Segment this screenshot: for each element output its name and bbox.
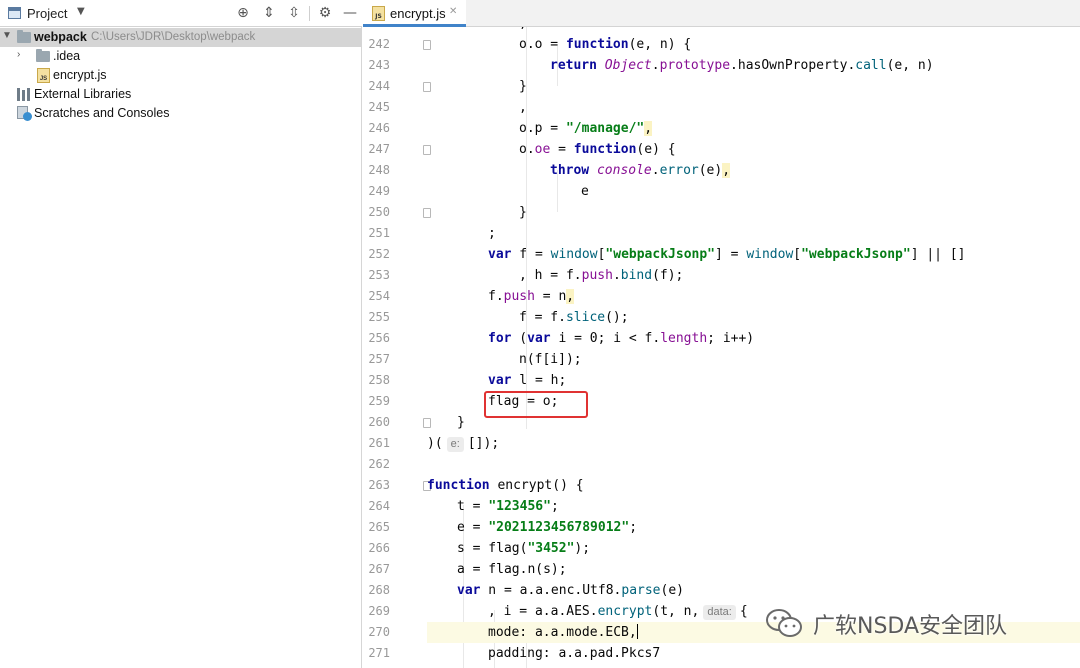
code-line: ; [488, 226, 496, 241]
watermark: 广软NSDA安全团队 [765, 606, 1065, 640]
code-line: , h = f.push.bind(f); [519, 268, 684, 283]
code-line: } [519, 79, 527, 94]
line-number: 262 [368, 457, 390, 471]
line-number: 242 [368, 37, 390, 51]
line-number: 255 [368, 310, 390, 324]
code-line: throw console.error(e), [550, 163, 731, 178]
tree-item-webpack[interactable]: ▼ webpack C:\Users\JDR\Desktop\webpack [0, 28, 362, 47]
code-editor[interactable]: JS encrypt.js ✕ 242 243 244 245 246 247 248 249… [363, 0, 1080, 668]
scratches-icon [17, 106, 32, 121]
line-number: 263 [368, 478, 390, 492]
code-line: var f = window["webpackJsonp"] = window[… [488, 247, 966, 262]
line-number: 250 [368, 205, 390, 219]
code-line: for (var i = 0; i < f.length; i++) [488, 331, 755, 346]
project-panel: Project ▼ ⊕ ⇕ ⇳ ⚙ — ▼ webpack C:\Users\J… [0, 0, 362, 668]
code-line: )(e: []); [427, 436, 500, 452]
line-number: 264 [368, 499, 390, 513]
project-window-icon [8, 7, 21, 19]
line-number: 244 [368, 79, 390, 93]
code-line: e [581, 184, 589, 199]
code-line: } [519, 205, 527, 220]
line-number: 260 [368, 415, 390, 429]
folder-icon [17, 30, 31, 43]
line-number: 266 [368, 541, 390, 555]
code-line: f.push = n, [488, 289, 575, 304]
line-number: 267 [368, 562, 390, 576]
expand-all-icon[interactable]: ⇕ [260, 4, 278, 22]
chevron-down-icon[interactable]: ▼ [2, 30, 12, 41]
code-line: o.oe = function(e) { [519, 142, 676, 157]
tree-item-label: External Libraries [34, 87, 132, 101]
folder-icon [36, 49, 50, 62]
tab-encrypt-js[interactable]: JS encrypt.js ✕ [363, 0, 466, 27]
line-number: 268 [368, 583, 390, 597]
code-line: , [427, 27, 1080, 34]
locate-icon[interactable]: ⊕ [234, 4, 252, 22]
wechat-logo-icon [766, 609, 802, 637]
project-panel-title[interactable]: Project [27, 6, 67, 21]
line-number: 265 [368, 520, 390, 534]
line-number: 248 [368, 163, 390, 177]
tab-label: encrypt.js [390, 6, 446, 21]
line-number: 252 [368, 247, 390, 261]
line-number: 247 [368, 142, 390, 156]
code-area[interactable]: , o.o = function(e, n) { return Object.pro… [427, 27, 1080, 668]
tree-item-label: encrypt.js [53, 68, 107, 82]
close-icon[interactable]: ✕ [449, 6, 457, 17]
line-number: 271 [368, 646, 390, 660]
line-number: 257 [368, 352, 390, 366]
tree-item-label: .idea [53, 49, 81, 63]
line-number: 245 [368, 100, 390, 114]
js-file-icon: JS [372, 6, 385, 21]
code-line: s = flag("3452"); [457, 541, 591, 556]
tree-item-external-libraries[interactable]: External Libraries [0, 85, 362, 104]
code-line: f = f.slice(); [519, 310, 629, 325]
code-line: , [519, 100, 527, 115]
line-number: 256 [368, 331, 390, 345]
project-panel-header: Project ▼ ⊕ ⇕ ⇳ ⚙ — [0, 0, 362, 27]
line-number: 246 [368, 121, 390, 135]
tree-item-scratches[interactable]: Scratches and Consoles [0, 104, 362, 123]
line-number: 269 [368, 604, 390, 618]
line-number: 243 [368, 58, 390, 72]
code-line: o.p = "/manage/", [519, 121, 653, 136]
code-line: var l = h; [488, 373, 567, 388]
tree-item-encrypt-js[interactable]: JS encrypt.js [0, 66, 362, 85]
tree-item-idea[interactable]: › .idea [0, 47, 362, 66]
line-number: 261 [368, 436, 390, 450]
editor-tab-bar: JS encrypt.js ✕ [363, 0, 1080, 27]
minimize-icon[interactable]: — [341, 4, 359, 22]
collapse-all-icon[interactable]: ⇳ [285, 4, 303, 22]
watermark-text: 广软NSDA安全团队 [813, 614, 1008, 639]
libraries-icon [17, 88, 31, 101]
gear-icon[interactable]: ⚙ [316, 4, 334, 22]
tree-item-label: Scratches and Consoles [34, 106, 170, 120]
chevron-right-icon[interactable]: › [17, 49, 20, 60]
line-number: 253 [368, 268, 390, 282]
line-number-gutter: 242 243 244 245 246 247 248 249 250 251 252 253 254 2… [363, 27, 431, 668]
tree-item-path: C:\Users\JDR\Desktop\webpack [91, 31, 256, 43]
chevron-down-icon[interactable]: ▼ [77, 6, 85, 17]
js-file-icon: JS [37, 68, 50, 83]
code-line: return Object.prototype.hasOwnProperty.c… [550, 58, 934, 73]
code-line: n(f[i]); [519, 352, 582, 367]
highlight-box [484, 391, 588, 418]
line-number: 254 [368, 289, 390, 303]
code-line: a = flag.n(s); [457, 562, 567, 577]
code-line: function encrypt() { [427, 478, 584, 493]
param-hint: data: [703, 605, 736, 620]
line-number: 251 [368, 226, 390, 240]
code-line: o.o = function(e, n) { [519, 37, 692, 52]
code-line: var n = a.a.enc.Utf8.parse(e) [457, 583, 684, 598]
code-line: t = "123456"; [457, 499, 559, 514]
param-hint: e: [446, 437, 464, 452]
line-number: 249 [368, 184, 390, 198]
line-number: 270 [368, 625, 390, 639]
code-line: padding: a.a.pad.Pkcs7 [488, 646, 661, 661]
code-line: e = "2021123456789012"; [457, 520, 638, 535]
tree-item-label: webpack [34, 30, 87, 44]
line-number: 258 [368, 373, 390, 387]
line-number: 259 [368, 394, 390, 408]
